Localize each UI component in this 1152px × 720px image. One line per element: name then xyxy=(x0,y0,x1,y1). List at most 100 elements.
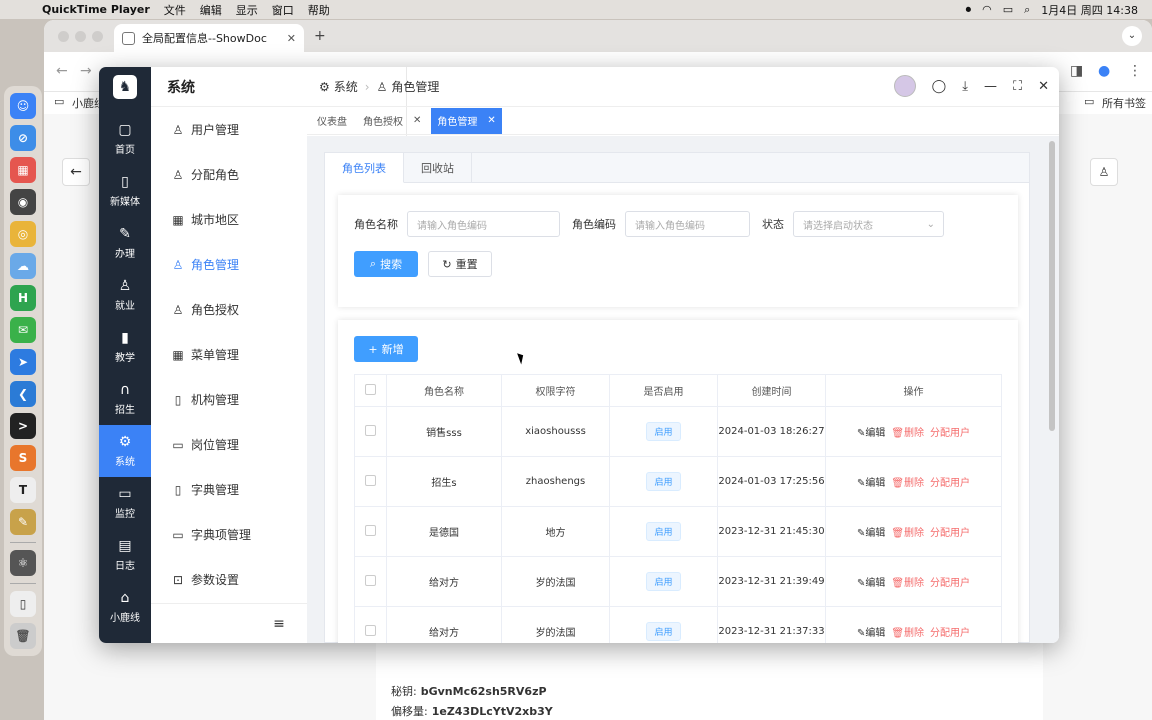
tab-role-list[interactable]: 角色列表 xyxy=(325,153,404,183)
assign-user-link[interactable]: 分配用户 xyxy=(930,528,970,539)
row-checkbox[interactable] xyxy=(365,574,376,586)
row-checkbox[interactable] xyxy=(365,474,376,486)
delete-link[interactable]: 🗑删除 xyxy=(891,428,924,439)
delete-link[interactable]: 🗑删除 xyxy=(891,528,924,539)
assign-user-link[interactable]: 分配用户 xyxy=(930,428,970,439)
delete-link[interactable]: 🗑删除 xyxy=(891,478,924,489)
more-icon[interactable]: ⋮ xyxy=(1128,63,1142,79)
select-all-checkbox[interactable] xyxy=(365,383,376,395)
typora-icon[interactable]: T xyxy=(10,477,36,503)
rail-item-employment[interactable]: ♙ 就业 xyxy=(99,269,151,321)
rail-item-monitor[interactable]: ▭ 监控 xyxy=(99,477,151,529)
baidu-disk-icon[interactable]: ☁ xyxy=(10,253,36,279)
doc-key-value: bGvnMc62sh5RV6zP xyxy=(420,685,547,698)
vscode-icon[interactable]: ❮ xyxy=(10,381,36,407)
terminal-icon[interactable]: > xyxy=(10,413,36,439)
all-bookmarks[interactable]: 所有书签 xyxy=(1102,95,1146,111)
rail-item-xiaoluxian[interactable]: ⌂ 小鹿线 xyxy=(99,581,151,633)
doc-user-button[interactable]: ♙ xyxy=(1090,158,1118,186)
rail-item-teaching[interactable]: ▮ 教学 xyxy=(99,321,151,373)
delete-link[interactable]: 🗑删除 xyxy=(891,628,924,639)
close-icon[interactable]: ✕ xyxy=(1038,79,1049,94)
browser-tab[interactable]: 全局配置信息--ShowDoc ✕ xyxy=(114,24,304,52)
rail-item-log[interactable]: ▤ 日志 xyxy=(99,529,151,581)
profile-icon[interactable]: ● xyxy=(1098,63,1110,79)
edit-link[interactable]: ✎编辑 xyxy=(857,528,885,539)
sublime-icon[interactable]: S xyxy=(10,445,36,471)
hbuilder-icon[interactable]: H xyxy=(10,285,36,311)
tag-role-management[interactable]: 角色管理 ✕ xyxy=(431,107,502,134)
forward-icon[interactable]: → xyxy=(80,63,92,79)
row-checkbox[interactable] xyxy=(365,524,376,536)
menubar-clock[interactable]: 1月4日 周四 14:38 xyxy=(1041,2,1138,18)
avatar[interactable] xyxy=(893,75,916,97)
close-tab-icon[interactable]: ✕ xyxy=(287,32,296,45)
delete-link[interactable]: 🗑删除 xyxy=(891,578,924,589)
app-icon[interactable]: ◉ xyxy=(10,189,36,215)
window-minimize-dot[interactable] xyxy=(75,31,86,42)
reset-button[interactable]: ↻ 重置 xyxy=(428,251,492,277)
search-icon[interactable]: ⌕ xyxy=(1024,3,1030,17)
doc-back-button[interactable]: ← xyxy=(62,158,90,186)
breadcrumb-system[interactable]: 系统 xyxy=(334,78,358,95)
table-row: 销售sss xiaoshousss 启用 2024-01-03 18:26:27… xyxy=(354,406,1002,457)
menu-window[interactable]: 窗口 xyxy=(272,2,294,18)
window-close-dot[interactable] xyxy=(58,31,69,42)
edit-link[interactable]: ✎编辑 xyxy=(857,478,885,489)
fullscreen-icon[interactable]: ⛶ xyxy=(1013,79,1022,94)
paint-icon[interactable]: ✎ xyxy=(10,509,36,535)
window-zoom-dot[interactable] xyxy=(92,31,103,42)
tab-search-button[interactable]: ⌄ xyxy=(1122,26,1142,46)
feishu-icon[interactable]: ➤ xyxy=(10,349,36,375)
trash-icon[interactable]: 🗑 xyxy=(10,623,36,649)
assign-user-link[interactable]: 分配用户 xyxy=(930,578,970,589)
close-tag-icon[interactable]: ✕ xyxy=(487,115,495,126)
record-icon[interactable]: ⏺ xyxy=(966,3,972,17)
launchpad-icon[interactable]: ▦ xyxy=(10,157,36,183)
menu-file[interactable]: 文件 xyxy=(164,2,186,18)
menu-view[interactable]: 显示 xyxy=(236,2,258,18)
menu-help[interactable]: 帮助 xyxy=(308,2,330,18)
close-tag-icon[interactable]: ✕ xyxy=(413,115,421,126)
add-role-button[interactable]: + 新增 xyxy=(354,336,418,362)
chat-icon[interactable]: ◯ xyxy=(932,79,947,94)
status-select[interactable]: 请选择启动状态 ⌄ xyxy=(793,211,944,237)
rail-item-home[interactable]: ▢ 首页 xyxy=(99,113,151,165)
wifi-icon[interactable]: ◠ xyxy=(982,3,992,16)
tag-dashboard[interactable]: 仪表盘 xyxy=(311,108,353,134)
document-icon[interactable]: ▯ xyxy=(10,591,36,617)
rail-item-enroll[interactable]: ∩ 招生 xyxy=(99,373,151,425)
row-checkbox-cell xyxy=(354,506,387,557)
rail-item-system[interactable]: ⚙ 系统 xyxy=(99,425,151,477)
rail-item-media[interactable]: ▯ 新媒体 xyxy=(99,165,151,217)
row-checkbox[interactable] xyxy=(365,624,376,636)
edit-link[interactable]: ✎编辑 xyxy=(857,578,885,589)
tab-recycle-bin[interactable]: 回收站 xyxy=(404,153,472,183)
assign-user-link[interactable]: 分配用户 xyxy=(930,478,970,489)
wechat-icon[interactable]: ✉ xyxy=(10,317,36,343)
electron-icon[interactable]: ⚛ xyxy=(10,550,36,576)
finder-icon[interactable]: ☺ xyxy=(10,93,36,119)
menu-edit[interactable]: 编辑 xyxy=(200,2,222,18)
role-code-input[interactable]: 请输入角色编码 xyxy=(625,211,750,237)
chrome-icon[interactable]: ◎ xyxy=(10,221,36,247)
safari-icon[interactable]: ⊘ xyxy=(10,125,36,151)
edit-link[interactable]: ✎编辑 xyxy=(857,428,885,439)
search-form: 角色名称 请输入角色编码 角色编码 请输入角色编码 状态 请选择启动状态 ⌄ xyxy=(354,211,956,237)
assign-user-link[interactable]: 分配用户 xyxy=(930,628,970,639)
role-name-input[interactable]: 请输入角色编码 xyxy=(407,211,560,237)
delete-label: 删除 xyxy=(904,428,925,439)
back-icon[interactable]: ← xyxy=(56,63,68,79)
sidepanel-icon[interactable]: ◨ xyxy=(1070,63,1083,79)
tag-role-auth[interactable]: 角色授权 ✕ xyxy=(357,108,427,134)
rail-item-handle[interactable]: ✎ 办理 xyxy=(99,217,151,269)
search-button[interactable]: ⌕ 搜索 xyxy=(354,251,418,277)
edit-link[interactable]: ✎编辑 xyxy=(857,628,885,639)
battery-icon[interactable]: ▭ xyxy=(1003,3,1013,16)
minimize-icon[interactable]: — xyxy=(984,79,997,94)
menu-app-name[interactable]: QuickTime Player xyxy=(42,3,150,16)
content-scrollbar[interactable] xyxy=(1049,141,1055,431)
row-checkbox[interactable] xyxy=(365,424,376,436)
new-tab-button[interactable]: + xyxy=(314,28,326,44)
download-icon[interactable]: ⤓ xyxy=(962,79,968,94)
